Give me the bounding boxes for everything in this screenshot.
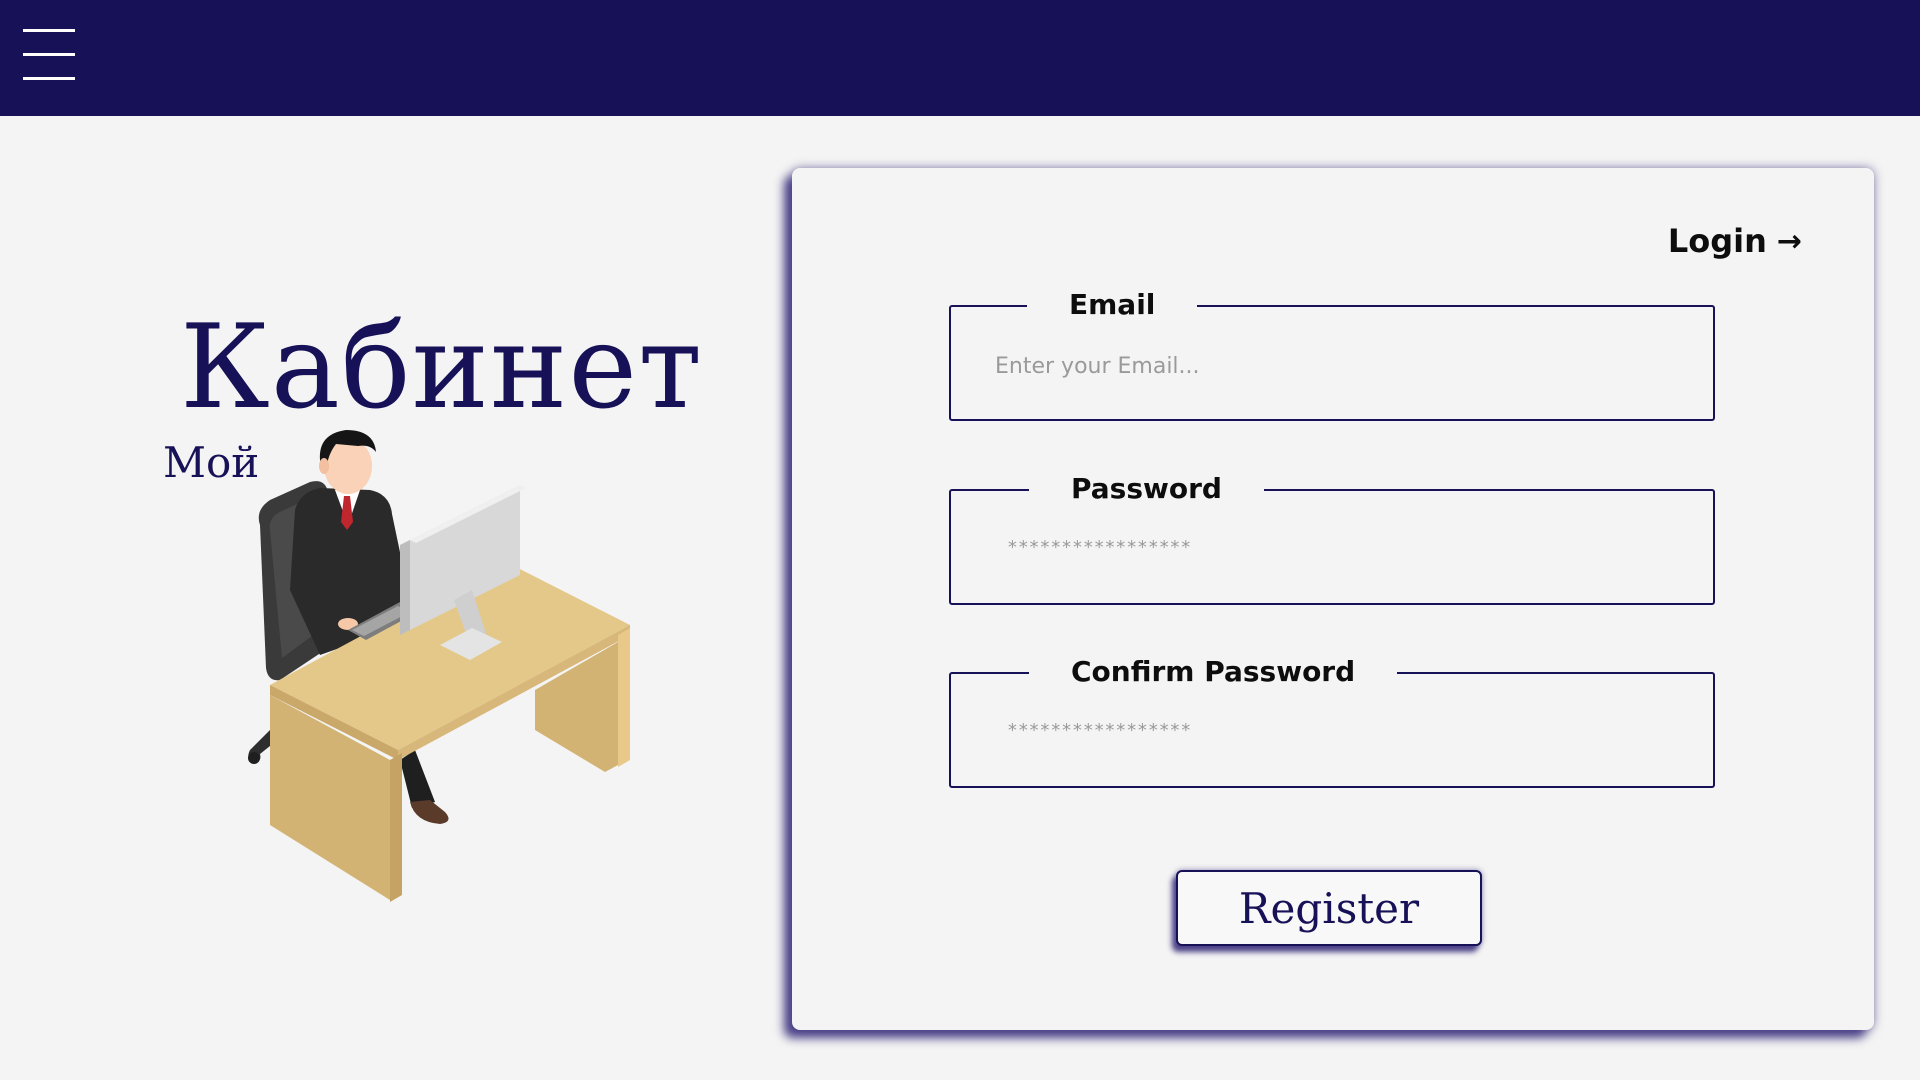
confirm-password-field-group: Confirm Password *****************	[949, 652, 1715, 788]
hamburger-menu-icon[interactable]	[23, 28, 75, 82]
email-field-group: Email	[949, 285, 1715, 421]
office-worker-illustration	[248, 430, 630, 902]
register-button[interactable]: Register	[1176, 870, 1482, 946]
menu-line	[23, 29, 75, 32]
menu-line	[23, 53, 75, 56]
login-link[interactable]: Login →	[1668, 222, 1802, 260]
brand-title: Кабинет	[180, 300, 704, 435]
confirm-password-label: Confirm Password	[1029, 652, 1398, 692]
password-field-group: Password *****************	[949, 469, 1715, 605]
password-label: Password	[1029, 469, 1264, 509]
email-label: Email	[1027, 285, 1198, 325]
top-navigation-bar	[0, 0, 1920, 116]
password-input[interactable]: *****************	[1007, 537, 1191, 558]
confirm-password-input[interactable]: *****************	[1007, 720, 1191, 741]
menu-line	[23, 77, 75, 80]
arrow-right-icon: →	[1776, 223, 1802, 259]
email-input[interactable]	[993, 345, 1657, 387]
registration-card: Login → Email Password *****************…	[792, 168, 1874, 1030]
login-label: Login	[1667, 222, 1767, 260]
